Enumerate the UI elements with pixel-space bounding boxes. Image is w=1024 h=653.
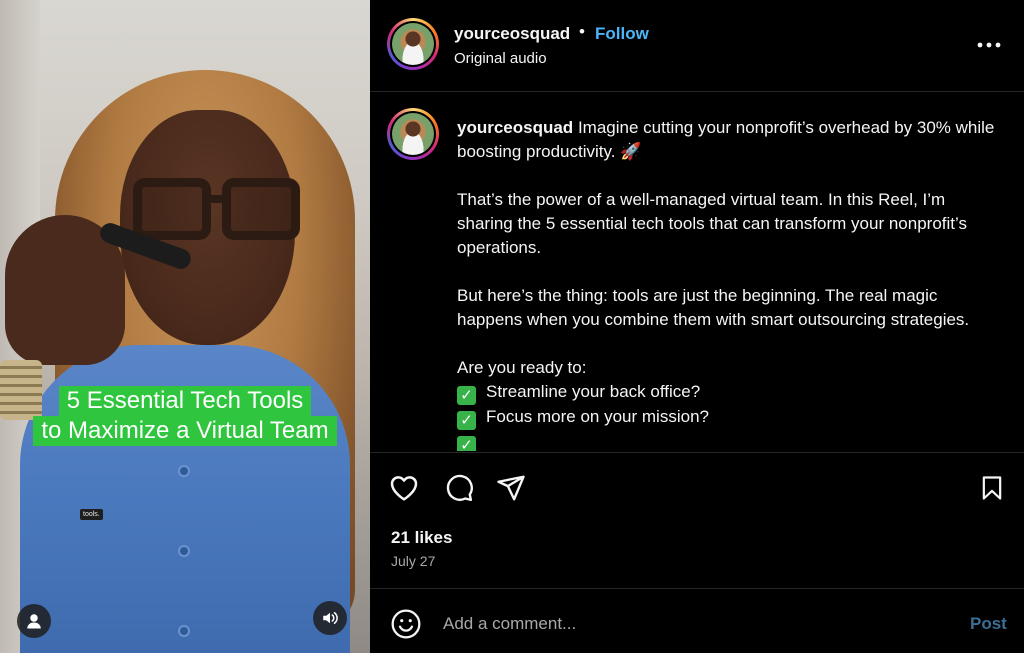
more-horizontal-icon	[977, 42, 1001, 48]
like-button[interactable]	[387, 471, 421, 505]
tagged-users-button[interactable]	[17, 604, 51, 638]
glasses-right-lens	[222, 178, 300, 240]
user-icon	[27, 614, 41, 629]
glasses-bridge	[208, 195, 226, 203]
likes-count[interactable]: 21 likes	[391, 528, 452, 548]
separator-dot: •	[579, 22, 585, 41]
audio-toggle-button[interactable]	[313, 601, 347, 635]
video-text-overlay: 5 Essential Tech Tools to Maximize a Vir…	[20, 386, 350, 446]
caption-paragraph-2: That’s the power of a well-managed virtu…	[457, 190, 967, 257]
heart-icon	[390, 476, 418, 501]
post-caption: yourceosquad Imagine cutting your nonpro…	[457, 116, 997, 451]
send-icon	[497, 475, 525, 501]
comment-input[interactable]	[443, 610, 943, 638]
check-mark-icon: ✓	[457, 386, 476, 405]
caption-username[interactable]: yourceosquad	[457, 118, 573, 137]
comment-button[interactable]	[442, 471, 476, 505]
post-comment-button[interactable]: Post	[970, 614, 1007, 634]
comment-icon	[446, 474, 473, 502]
post-date[interactable]: July 27	[391, 553, 435, 569]
save-button[interactable]	[975, 471, 1009, 505]
caption-check-item: ✓ Focus more on your mission?	[457, 405, 997, 430]
caption-check-item-partial: ✓	[457, 430, 997, 451]
audio-label[interactable]: Original audio	[454, 50, 547, 67]
add-comment-bar: Post	[370, 588, 1024, 653]
caption-check-item: ✓ Streamline your back office?	[457, 380, 997, 405]
overlay-line-1: 5 Essential Tech Tools	[58, 386, 312, 416]
video-small-label: tools.	[80, 509, 103, 520]
shirt-button	[178, 545, 190, 557]
author-username[interactable]: yourceosquad	[454, 24, 570, 44]
shirt-button	[178, 625, 190, 637]
bookmark-icon	[982, 476, 1002, 500]
shirt-button	[178, 465, 190, 477]
post-header: yourceosquad • Follow Original audio	[370, 0, 1024, 92]
caption-author-avatar[interactable]	[387, 108, 439, 160]
author-avatar[interactable]	[387, 18, 439, 70]
check-mark-icon: ✓	[457, 411, 476, 430]
reel-video[interactable]: 5 Essential Tech Tools to Maximize a Vir…	[0, 0, 370, 653]
speaker-icon	[323, 612, 338, 624]
more-options-button[interactable]	[976, 32, 1002, 58]
share-button[interactable]	[494, 471, 528, 505]
post-actions: 21 likes July 27	[370, 452, 1024, 588]
post-side-panel: yourceosquad • Follow Original audio you…	[370, 0, 1024, 653]
smiley-icon[interactable]	[390, 608, 422, 640]
caption-paragraph-3: But here’s the thing: tools are just the…	[457, 286, 970, 329]
overlay-line-2: to Maximize a Virtual Team	[33, 416, 337, 446]
follow-button[interactable]: Follow	[595, 24, 649, 44]
caption-scroll-area[interactable]: yourceosquad Imagine cutting your nonpro…	[370, 93, 1024, 451]
glasses-left-lens	[133, 178, 211, 240]
check-mark-icon: ✓	[457, 436, 476, 451]
caption-ready-line: Are you ready to:	[457, 358, 587, 377]
